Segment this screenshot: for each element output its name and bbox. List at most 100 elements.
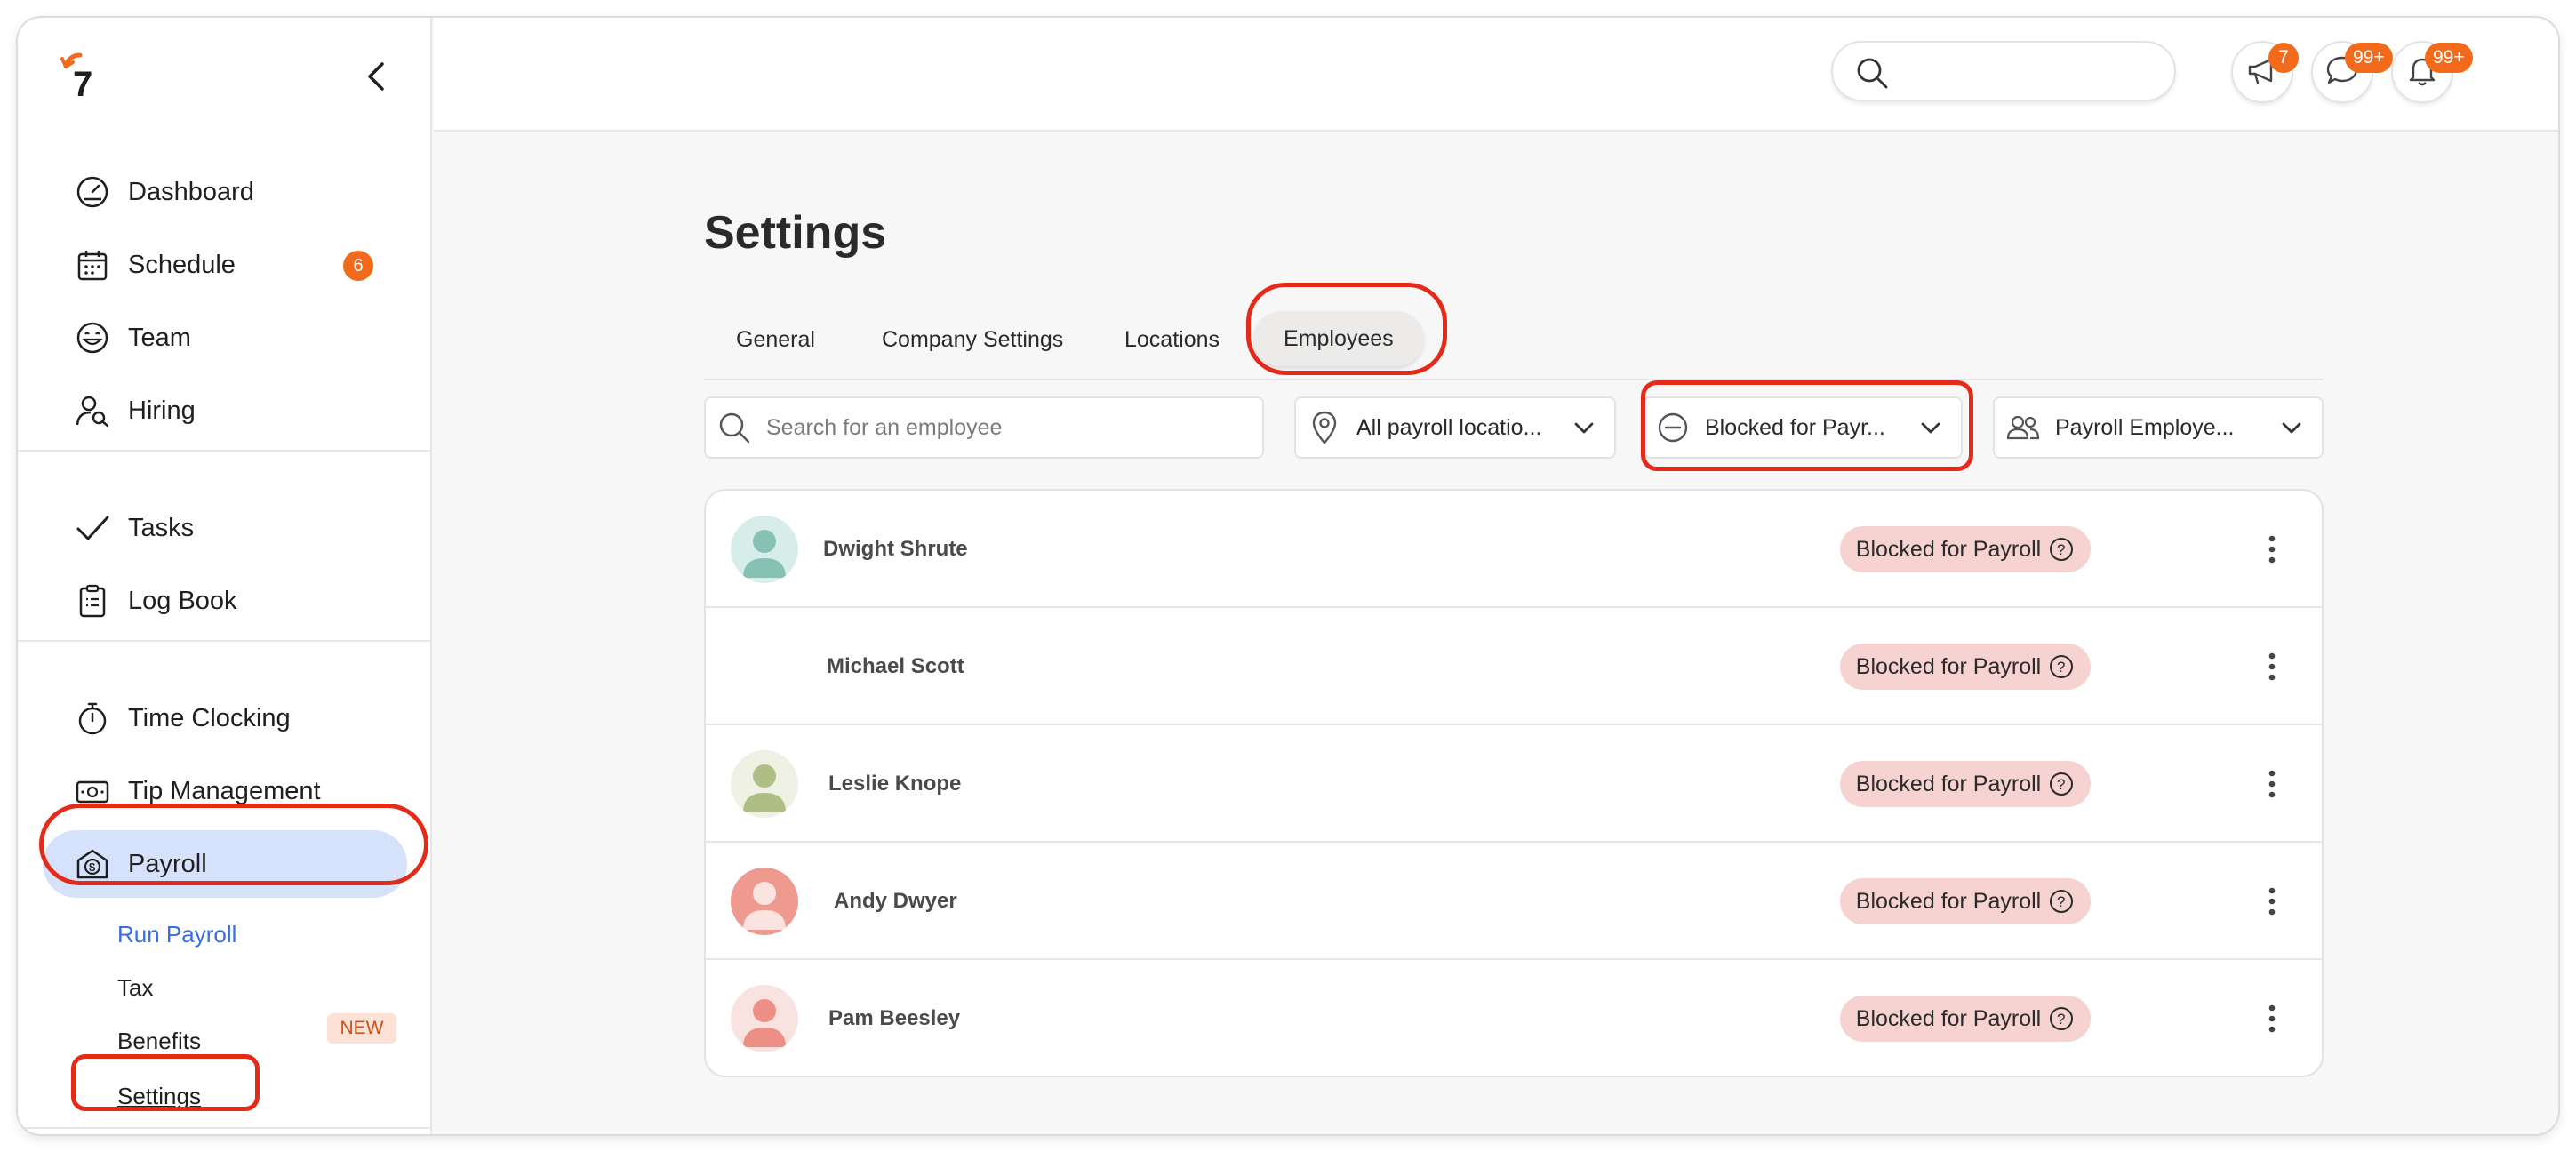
tab-locations[interactable]: Locations bbox=[1124, 327, 1220, 353]
more-options-kebab-icon[interactable] bbox=[2252, 882, 2292, 921]
page-title: Settings bbox=[704, 207, 887, 259]
table-row[interactable]: Michael Scott Blocked for Payroll ? bbox=[706, 608, 2322, 725]
help-circle-icon: ? bbox=[2050, 772, 2074, 796]
chevron-down-icon bbox=[1916, 413, 1945, 442]
employee-type-filter-value: Payroll Employe... bbox=[2055, 414, 2235, 440]
status-badge-label: Blocked for Payroll bbox=[1855, 536, 2042, 562]
nav-dashboard[interactable]: Dashboard bbox=[43, 158, 407, 226]
employee-search-input[interactable]: Search for an employee bbox=[704, 396, 1264, 459]
location-filter-value: All payroll locatio... bbox=[1356, 414, 1542, 440]
sub-settings[interactable]: Settings bbox=[117, 1083, 201, 1110]
status-badge[interactable]: Blocked for Payroll ? bbox=[1840, 761, 2091, 807]
notifications-count-badge: 99+ bbox=[2425, 43, 2473, 73]
smiley-icon bbox=[75, 320, 110, 356]
svg-text:?: ? bbox=[2057, 893, 2065, 910]
nav-hiring[interactable]: Hiring bbox=[43, 377, 407, 444]
nav-time-clocking[interactable]: Time Clocking bbox=[43, 684, 407, 752]
avatar bbox=[731, 750, 798, 818]
table-row[interactable]: Pam Beesley Blocked for Payroll ? bbox=[706, 960, 2322, 1076]
help-circle-icon: ? bbox=[2050, 655, 2074, 678]
nav-payroll[interactable]: $ Payroll bbox=[43, 830, 407, 898]
sub-run-payroll[interactable]: Run Payroll bbox=[117, 921, 236, 948]
benefits-new-badge: NEW bbox=[327, 1013, 396, 1044]
nav-team[interactable]: Team bbox=[43, 304, 407, 372]
svg-text:?: ? bbox=[2057, 659, 2065, 676]
nav-tasks[interactable]: Tasks bbox=[43, 494, 407, 562]
employee-type-filter-select[interactable]: Payroll Employe... bbox=[1993, 396, 2324, 459]
more-options-kebab-icon[interactable] bbox=[2252, 647, 2292, 686]
table-row[interactable]: Dwight Shrute Blocked for Payroll ? bbox=[706, 491, 2322, 608]
messages-count-badge: 99+ bbox=[2345, 43, 2393, 73]
tab-employees[interactable]: Employees bbox=[1253, 311, 1424, 366]
app-window: 7 Dashboard Schedule 6 Team Hiring Tasks… bbox=[18, 18, 2558, 1134]
chevron-down-icon bbox=[2277, 413, 2306, 442]
svg-text:?: ? bbox=[2057, 776, 2065, 793]
schedule-count-badge: 6 bbox=[343, 251, 373, 281]
cash-icon bbox=[75, 773, 110, 809]
svg-text:$: $ bbox=[89, 860, 96, 874]
status-badge[interactable]: Blocked for Payroll ? bbox=[1840, 644, 2091, 690]
status-badge-label: Blocked for Payroll bbox=[1855, 888, 2042, 914]
nav-label: Log Book bbox=[128, 586, 237, 615]
sidebar-divider bbox=[18, 450, 432, 452]
svg-text:?: ? bbox=[2057, 541, 2065, 558]
svg-text:7: 7 bbox=[73, 65, 92, 103]
clipboard-icon bbox=[75, 583, 110, 619]
status-badge[interactable]: Blocked for Payroll ? bbox=[1840, 878, 2091, 924]
nav-schedule[interactable]: Schedule 6 bbox=[43, 231, 407, 299]
status-badge-label: Blocked for Payroll bbox=[1855, 1005, 2042, 1031]
more-options-kebab-icon[interactable] bbox=[2252, 530, 2292, 569]
status-filter-select[interactable]: Blocked for Payr... bbox=[1643, 396, 1963, 459]
chevron-down-icon bbox=[1570, 413, 1598, 442]
help-circle-icon: ? bbox=[2050, 1007, 2074, 1030]
top-bar: 7 99+ 99+ bbox=[434, 18, 2558, 132]
sub-benefits[interactable]: Benefits bbox=[117, 1028, 201, 1055]
help-circle-icon: ? bbox=[2050, 538, 2074, 561]
tab-general[interactable]: General bbox=[736, 327, 815, 353]
svg-text:?: ? bbox=[2057, 1011, 2065, 1028]
calendar-icon bbox=[75, 247, 110, 283]
collapse-sidebar-chevron-left-icon[interactable] bbox=[357, 57, 396, 96]
avatar bbox=[731, 516, 798, 583]
tab-company-settings[interactable]: Company Settings bbox=[882, 327, 1063, 353]
status-badge-label: Blocked for Payroll bbox=[1855, 653, 2042, 679]
payroll-dollar-icon: $ bbox=[75, 846, 110, 882]
nav-label: Tip Management bbox=[128, 776, 321, 805]
global-search-input[interactable] bbox=[1831, 41, 2176, 101]
employee-name[interactable]: Michael Scott bbox=[827, 654, 964, 679]
checkmark-icon bbox=[75, 510, 110, 546]
nav-label: Time Clocking bbox=[128, 703, 291, 732]
sub-tax[interactable]: Tax bbox=[117, 974, 153, 1002]
dashboard-gauge-icon bbox=[75, 174, 110, 210]
table-row[interactable]: Andy Dwyer Blocked for Payroll ? bbox=[706, 843, 2322, 960]
sidebar-divider bbox=[18, 1127, 432, 1129]
employee-name[interactable]: Andy Dwyer bbox=[834, 889, 957, 914]
status-badge[interactable]: Blocked for Payroll ? bbox=[1840, 996, 2091, 1042]
nav-label: Team bbox=[128, 323, 191, 352]
more-options-kebab-icon[interactable] bbox=[2252, 764, 2292, 804]
status-badge[interactable]: Blocked for Payroll ? bbox=[1840, 526, 2091, 572]
nav-tip-management[interactable]: Tip Management bbox=[43, 757, 407, 825]
status-filter-value: Blocked for Payr... bbox=[1705, 414, 1885, 440]
employee-name[interactable]: Dwight Shrute bbox=[823, 537, 968, 562]
table-row[interactable]: Leslie Knope Blocked for Payroll ? bbox=[706, 725, 2322, 843]
employee-name[interactable]: Leslie Knope bbox=[828, 772, 961, 796]
search-icon bbox=[1854, 55, 1890, 91]
people-icon bbox=[2005, 410, 2041, 445]
more-options-kebab-icon[interactable] bbox=[2252, 999, 2292, 1038]
sidebar-divider bbox=[18, 640, 432, 642]
nav-label: Payroll bbox=[128, 849, 207, 878]
employee-name[interactable]: Pam Beesley bbox=[828, 1006, 960, 1031]
avatar bbox=[731, 985, 798, 1052]
employee-search-placeholder: Search for an employee bbox=[766, 414, 1003, 440]
app-logo[interactable]: 7 bbox=[57, 50, 110, 104]
location-filter-select[interactable]: All payroll locatio... bbox=[1294, 396, 1616, 459]
nav-label: Dashboard bbox=[128, 177, 254, 206]
map-pin-icon bbox=[1307, 410, 1342, 445]
sidebar: 7 Dashboard Schedule 6 Team Hiring Tasks… bbox=[18, 18, 432, 1134]
status-badge-label: Blocked for Payroll bbox=[1855, 771, 2042, 796]
nav-log-book[interactable]: Log Book bbox=[43, 567, 407, 635]
nav-label: Tasks bbox=[128, 513, 195, 542]
minus-circle-icon bbox=[1655, 410, 1691, 445]
nav-label: Hiring bbox=[128, 396, 196, 425]
